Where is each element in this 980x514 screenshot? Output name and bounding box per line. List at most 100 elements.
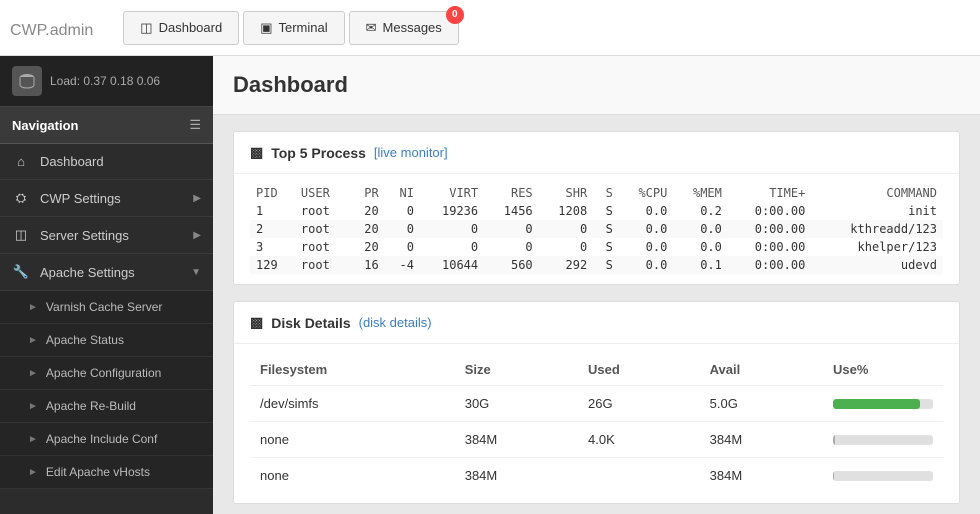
process-cell: kthreadd/123	[811, 220, 943, 238]
sidebar-item-apache-include-conf[interactable]: ► Apache Include Conf	[0, 423, 213, 456]
process-cell: init	[811, 202, 943, 220]
size-col-header: Size	[455, 354, 578, 386]
process-cell: 0:00.00	[728, 238, 811, 256]
process-cell: 20	[349, 238, 384, 256]
live-monitor-link[interactable]: [live monitor]	[374, 145, 448, 160]
table-row: none384M4.0K384M	[250, 422, 943, 458]
process-cell: 1	[250, 202, 295, 220]
table-row: none384M384M	[250, 458, 943, 494]
s-col-header: S	[593, 184, 619, 202]
process-cell: khelper/123	[811, 238, 943, 256]
bar-chart-icon: ▩	[250, 144, 263, 161]
process-section-header: ▩ Top 5 Process [live monitor]	[234, 132, 959, 174]
brand-logo: CWP.admin	[10, 15, 93, 41]
process-cell: 16	[349, 256, 384, 274]
virt-col-header: VIRT	[420, 184, 484, 202]
sidebar-item-apache-rebuild[interactable]: ► Apache Re-Build	[0, 390, 213, 423]
chevron-right-icon-2: ▶	[193, 230, 201, 241]
disk-cell: none	[250, 458, 455, 494]
process-cell: 19236	[420, 202, 484, 220]
usage-bar-cell	[823, 458, 943, 494]
process-cell: 0	[385, 238, 420, 256]
database-icon	[12, 66, 42, 96]
process-cell: 20	[349, 220, 384, 238]
process-cell: root	[295, 256, 350, 274]
usepct-col-header: Use%	[823, 354, 943, 386]
edit-vhosts-label: Edit Apache vHosts	[46, 465, 150, 479]
sidebar-item-edit-apache-vhosts[interactable]: ► Edit Apache vHosts	[0, 456, 213, 489]
apache-status-label: Apache Status	[46, 333, 124, 347]
disk-cell: 5.0G	[700, 386, 823, 422]
main-layout: Load: 0.37 0.18 0.06 Navigation ☰ ⌂ Dash…	[0, 56, 980, 514]
content-area: ▩ Top 5 Process [live monitor] PID USER …	[213, 115, 980, 514]
process-cell: 560	[484, 256, 539, 274]
sidebar-item-apache-status[interactable]: ► Apache Status	[0, 324, 213, 357]
disk-cell: /dev/simfs	[250, 386, 455, 422]
cmd-col-header: COMMAND	[811, 184, 943, 202]
fs-col-header: Filesystem	[250, 354, 455, 386]
process-cell: -4	[385, 256, 420, 274]
bullet-icon-3: ►	[28, 368, 38, 379]
bullet-icon: ►	[28, 302, 38, 313]
terminal-label: Terminal	[279, 20, 328, 35]
table-row: 129root16-410644560292S0.00.10:00.00udev…	[250, 256, 943, 274]
usage-bar	[833, 435, 835, 445]
usage-bar	[833, 471, 834, 481]
sidebar-item-server-settings[interactable]: ◫ Server Settings ▶	[0, 217, 213, 254]
process-cell: S	[593, 202, 619, 220]
dashboard-label: Dashboard	[159, 20, 223, 35]
process-cell: 0.0	[619, 202, 674, 220]
avail-col-header: Avail	[700, 354, 823, 386]
process-table: PID USER PR NI VIRT RES SHR S %CPU %MEM	[234, 174, 959, 284]
sidebar-item-cwp-settings[interactable]: ⛭ CWP Settings ▶	[0, 180, 213, 217]
used-col-header: Used	[578, 354, 700, 386]
usage-bar-cell	[823, 386, 943, 422]
load-text: Load: 0.37 0.18 0.06	[50, 74, 160, 88]
dashboard-nav-label: Dashboard	[40, 154, 104, 169]
brand-name: CWP	[10, 22, 45, 39]
process-cell: 0.1	[673, 256, 728, 274]
process-cell: 0	[484, 238, 539, 256]
disk-section-header: ▩ Disk Details (disk details)	[234, 302, 959, 344]
page-title: Dashboard	[233, 72, 960, 98]
disk-details-link[interactable]: (disk details)	[359, 315, 432, 330]
sidebar-item-apache-configuration[interactable]: ► Apache Configuration	[0, 357, 213, 390]
server-icon: ◫	[12, 227, 30, 243]
terminal-button[interactable]: ▣ Terminal	[243, 11, 344, 45]
process-cell: 0	[385, 220, 420, 238]
usage-bar-wrap	[833, 399, 933, 409]
monitor-icon: ◫	[140, 20, 152, 36]
process-cell: S	[593, 238, 619, 256]
sidebar-item-dashboard[interactable]: ⌂ Dashboard	[0, 144, 213, 180]
process-cell: 1208	[539, 202, 594, 220]
process-cell: S	[593, 256, 619, 274]
messages-badge: 0	[446, 6, 464, 24]
apache-rebuild-label: Apache Re-Build	[46, 399, 136, 413]
process-cell: 10644	[420, 256, 484, 274]
messages-button[interactable]: 0 ✉ Messages	[349, 11, 459, 45]
disk-cell: 384M	[455, 458, 578, 494]
dashboard-button[interactable]: ◫ Dashboard	[123, 11, 239, 45]
sidebar-item-apache-settings[interactable]: 🔧 Apache Settings ▼	[0, 254, 213, 291]
process-cell: 0.0	[619, 256, 674, 274]
disk-section: ▩ Disk Details (disk details) Filesystem…	[233, 301, 960, 504]
process-cell: 0	[539, 220, 594, 238]
sidebar: Load: 0.37 0.18 0.06 Navigation ☰ ⌂ Dash…	[0, 56, 213, 514]
table-row: /dev/simfs30G26G5.0G	[250, 386, 943, 422]
terminal-icon: ▣	[260, 20, 272, 36]
messages-label: Messages	[383, 20, 442, 35]
process-cell: 0.0	[619, 220, 674, 238]
process-section: ▩ Top 5 Process [live monitor] PID USER …	[233, 131, 960, 285]
process-cell: 0:00.00	[728, 220, 811, 238]
process-cell: root	[295, 202, 350, 220]
apache-include-label: Apache Include Conf	[46, 432, 157, 446]
chevron-right-icon: ▶	[193, 193, 201, 204]
nav-header: Navigation ☰	[0, 107, 213, 144]
disk-cell: 26G	[578, 386, 700, 422]
process-cell: 129	[250, 256, 295, 274]
brand-suffix: .admin	[45, 22, 93, 39]
process-header-title: Top 5 Process	[271, 145, 366, 161]
sidebar-item-varnish-cache-server[interactable]: ► Varnish Cache Server	[0, 291, 213, 324]
chevron-right-icon-3: ▼	[191, 267, 201, 278]
disk-cell: 384M	[455, 422, 578, 458]
